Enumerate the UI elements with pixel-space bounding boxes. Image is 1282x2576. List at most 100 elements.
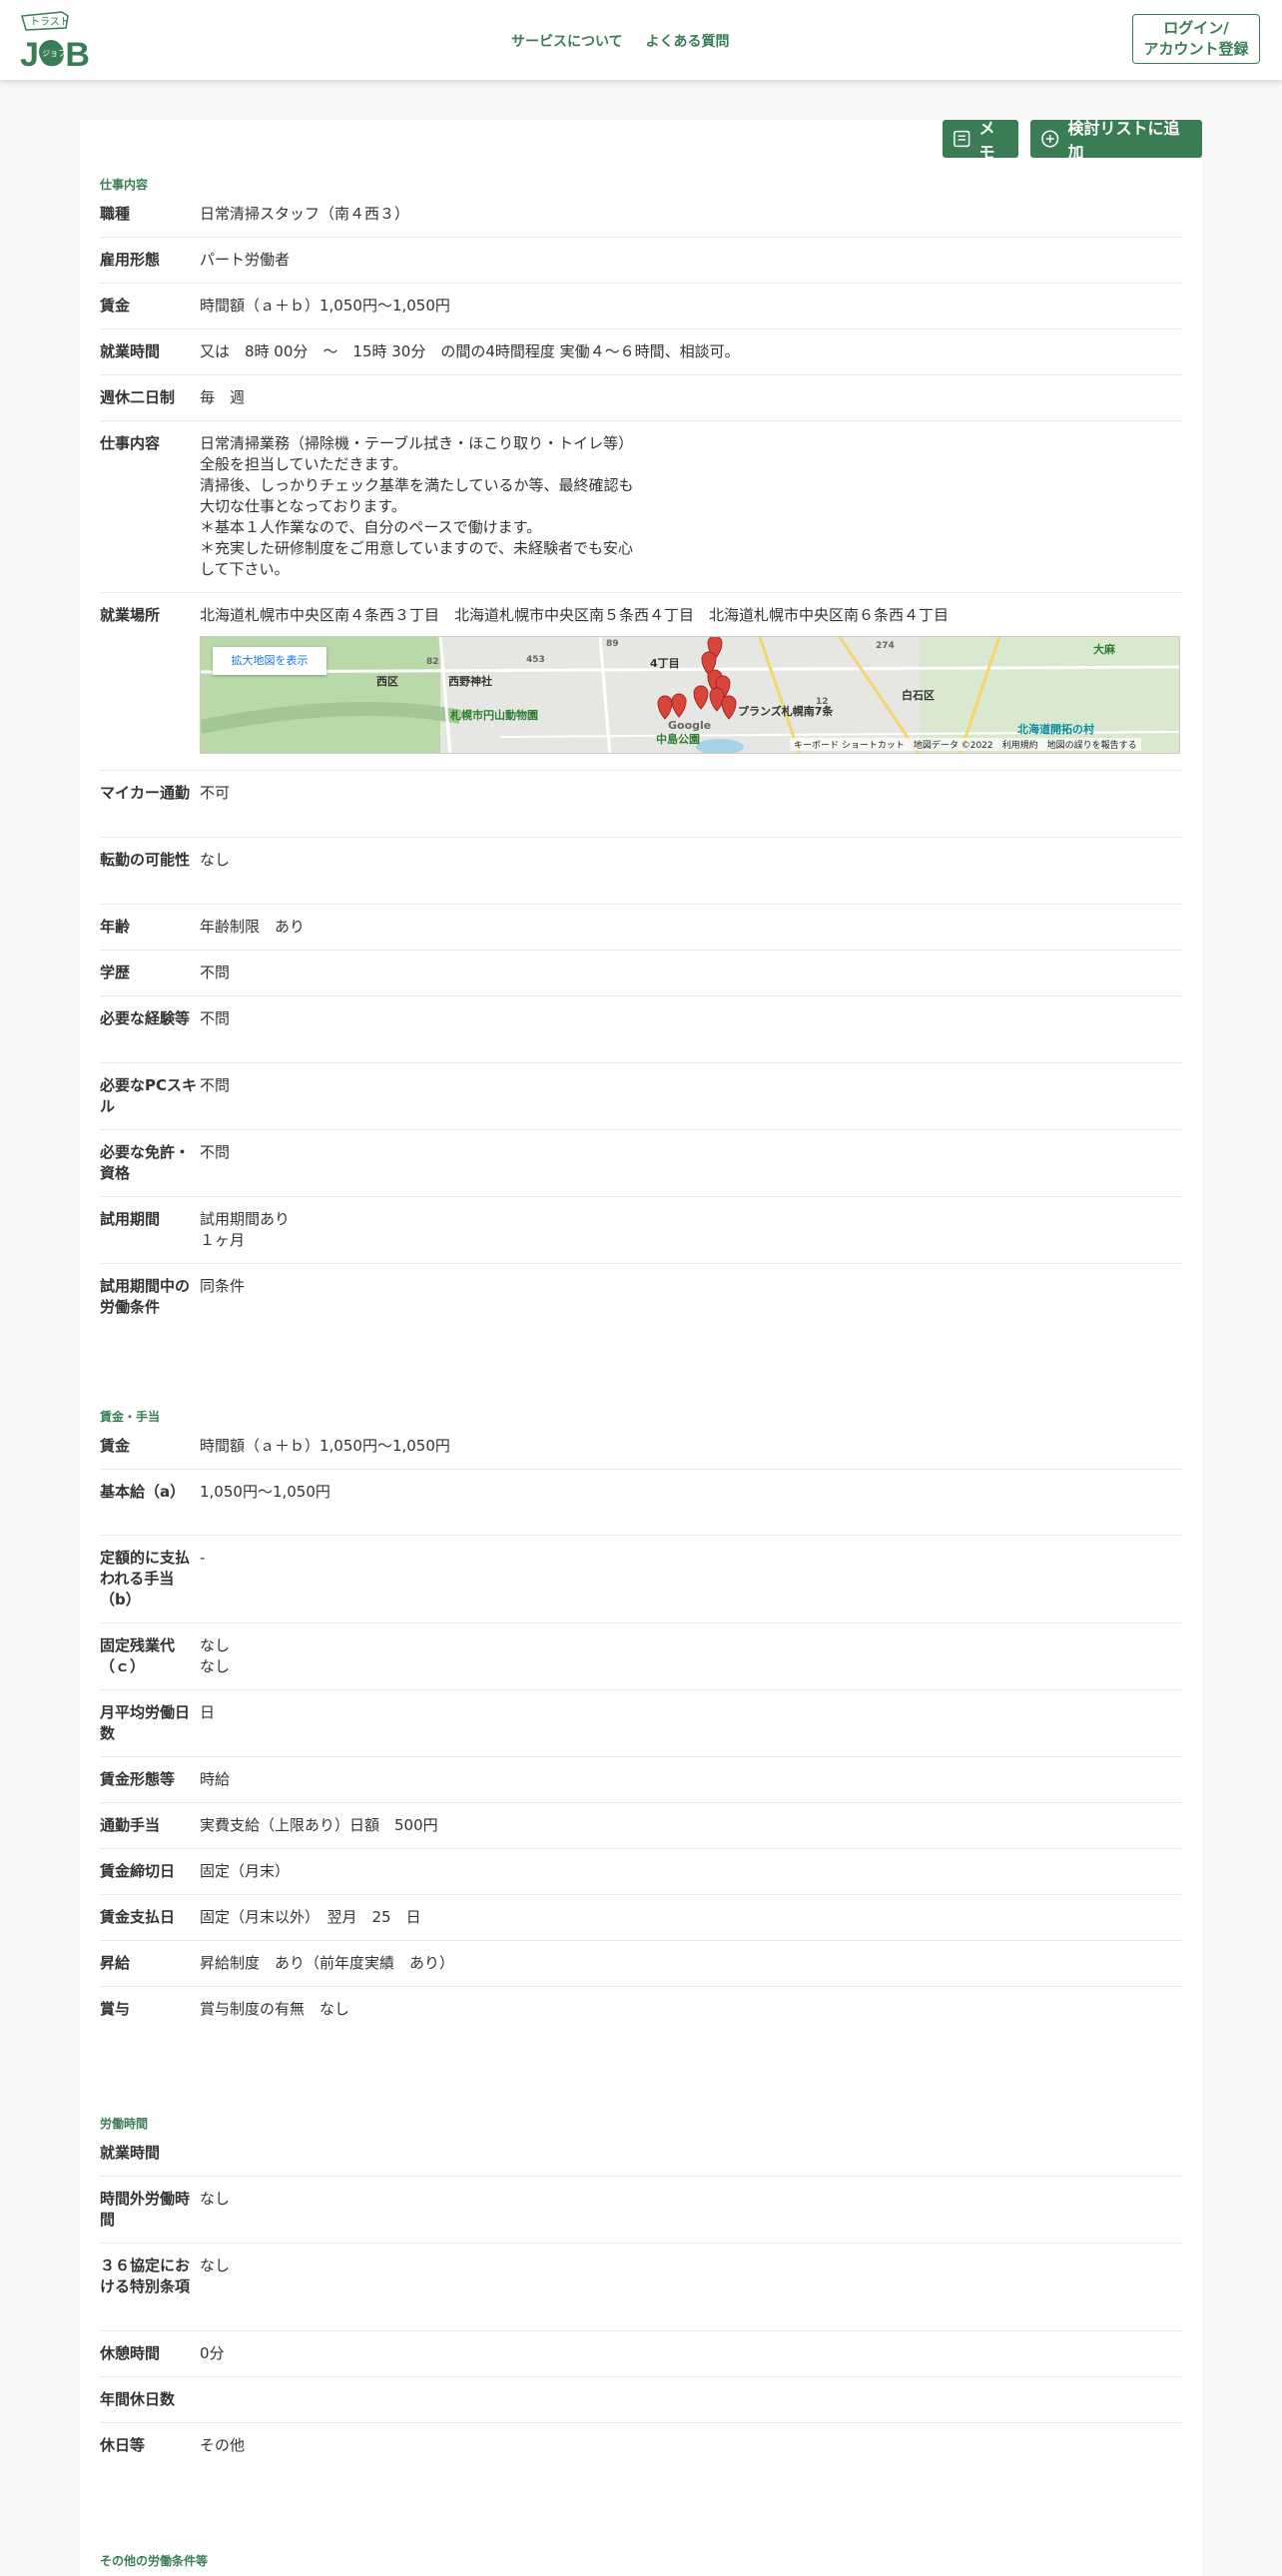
login-label-line2: アカウント登録: [1143, 40, 1249, 58]
row-label: 試用期間: [100, 1210, 161, 1228]
row-label: 賃金: [100, 297, 131, 315]
table-row: 仕事内容 日常清掃業務（掃除機・テーブル拭き・ほこり取り・トイレ等） 全般を担当…: [100, 421, 1182, 593]
nav-link-about[interactable]: サービスについて: [511, 34, 623, 50]
table-row: 試用期間 試用期間あり １ヶ月: [100, 1197, 1182, 1264]
row-value: 不可: [200, 784, 231, 802]
site-header: トラスト JOB ジョブ サービスについて よくある質問 ログイン/ アカウント…: [0, 0, 1282, 80]
login-register-button[interactable]: ログイン/ アカウント登録: [1132, 14, 1260, 64]
section-title-wage: 賃金・手当: [100, 1410, 161, 1424]
row-label: 就業場所: [100, 606, 161, 624]
table-row: 基本給（a） 1,050円～1,050円: [100, 1470, 1182, 1536]
table-row: 職種 日常清掃スタッフ（南４西３）: [100, 192, 1182, 238]
memo-label: メモ: [978, 119, 995, 162]
row-label: 定額的に支払われる手当（b）: [100, 1549, 191, 1609]
row-label: 賞与: [100, 2000, 131, 2018]
header-nav: サービスについて よくある質問: [511, 31, 747, 51]
nav-link-faq[interactable]: よくある質問: [645, 34, 729, 50]
row-label: 時間外労働時間: [100, 2190, 191, 2229]
row-label: 賃金締切日: [100, 1862, 176, 1880]
row-value: 日: [200, 1703, 216, 1721]
section-job-rows: 職種 日常清掃スタッフ（南４西３） 雇用形態 パート労働者 賃金 時間額（ａ＋ｂ…: [100, 192, 1182, 1331]
row-value: なし: [200, 2190, 231, 2208]
table-row-location: 就業場所 北海道札幌市中央区南４条西３丁目 北海道札幌市中央区南５条西４丁目 北…: [100, 593, 1182, 771]
row-label: 賃金: [100, 1437, 131, 1455]
table-row: 年齢 年齢制限 あり: [100, 905, 1182, 951]
row-value: なし: [200, 851, 231, 869]
table-row: 定額的に支払われる手当（b） -: [100, 1536, 1182, 1623]
row-value: 固定（月末）: [200, 1862, 291, 1880]
row-value: なし なし: [200, 1636, 231, 1675]
login-label-line1: ログイン/: [1163, 19, 1229, 37]
table-row: ３６協定における特別条項 なし: [100, 2244, 1182, 2331]
table-row: 昇給 昇給制度 あり（前年度実績 あり）: [100, 1941, 1182, 1987]
location-map[interactable]: 拡大地図を表示 西区 西野神社 札幌市円山動物園 中島公園 4丁目 プランズ札幌…: [200, 636, 1180, 754]
table-row: 休日等 その他: [100, 2423, 1182, 2469]
section-hours-rows: 就業時間 時間外労働時間 なし ３６協定における特別条項 なし 休憩時間 0分 …: [100, 2131, 1182, 2469]
row-label: 年齢: [100, 918, 131, 936]
table-row: 必要な免許・資格 不問: [100, 1130, 1182, 1197]
map-footer: キーボード ショートカット 地図データ ©2022 利用規約 地図の誤りを報告す…: [790, 738, 1141, 751]
plus-circle-icon: [1041, 130, 1059, 148]
row-label: 基本給（a）: [100, 1483, 186, 1501]
row-value: 賞与制度の有無 なし: [200, 2000, 350, 2018]
row-label: 必要な免許・資格: [100, 1143, 191, 1182]
row-value: 時間額（ａ＋ｂ）1,050円～1,050円: [200, 1437, 450, 1455]
memo-button[interactable]: メモ: [943, 119, 1018, 162]
row-label: 雇用形態: [100, 251, 161, 269]
row-label: 休日等: [100, 2436, 146, 2454]
add-to-list-button[interactable]: 検討リストに追加: [1030, 119, 1202, 162]
row-value: 又は 8時 00分 ～ 15時 30分 の間の4時間程度 実働４～６時間、相談可…: [200, 342, 740, 360]
section-title-other: その他の労働条件等: [100, 2554, 209, 2568]
row-value: 不問: [200, 1143, 231, 1161]
table-row: 賃金 時間額（ａ＋ｂ）1,050円～1,050円: [100, 284, 1182, 329]
row-label: 休憩時間: [100, 2344, 161, 2362]
row-value: 1,050円～1,050円: [200, 1483, 330, 1501]
map-pin-icon-group: [657, 637, 737, 720]
table-row: マイカー通勤 不可: [100, 771, 1182, 838]
row-value: 試用期間あり １ヶ月: [200, 1210, 291, 1249]
row-label: 就業時間: [100, 342, 161, 360]
row-value: 年齢制限 あり: [200, 918, 306, 936]
job-detail-card: メモ 検討リストに追加 仕事内容 職種 日常清掃スタッフ（南４西３） 雇用形態 …: [80, 119, 1202, 2576]
table-row: 学歴 不問: [100, 951, 1182, 996]
row-value: 日常清掃業務（掃除機・テーブル拭き・ほこり取り・トイレ等） 全般を担当していただ…: [200, 434, 634, 578]
row-label: 賃金形態等: [100, 1770, 176, 1788]
row-value: 0分: [200, 2344, 225, 2362]
row-label: 賃金支払日: [100, 1908, 176, 1926]
section-title-hours: 労働時間: [100, 2117, 149, 2131]
table-row: 固定残業代（ｃ） なし なし: [100, 1623, 1182, 1690]
section-wage-rows: 賃金 時間額（ａ＋ｂ）1,050円～1,050円 基本給（a） 1,050円～1…: [100, 1424, 1182, 2033]
table-row: 賃金形態等 時給: [100, 1757, 1182, 1803]
table-row: 賃金 時間額（ａ＋ｂ）1,050円～1,050円: [100, 1424, 1182, 1470]
table-row: 月平均労働日数 日: [100, 1690, 1182, 1757]
logo-sub-text: ジョブ: [42, 48, 66, 58]
table-row: 通勤手当 実費支給（上限あり）日額 500円: [100, 1803, 1182, 1849]
row-value: 時間額（ａ＋ｂ）1,050円～1,050円: [200, 297, 450, 315]
table-row: 賞与 賞与制度の有無 なし: [100, 1987, 1182, 2033]
row-value: [200, 2389, 1182, 2422]
row-label: 必要なPCスキル: [100, 1076, 198, 1115]
row-label: 職種: [100, 205, 131, 223]
table-row: 必要な経験等 不問: [100, 996, 1182, 1063]
logo-top-text: トラスト: [30, 16, 70, 28]
table-row: 雇用形態 パート労働者: [100, 238, 1182, 284]
row-value: パート労働者: [200, 251, 291, 269]
site-logo[interactable]: トラスト JOB ジョブ: [18, 8, 90, 74]
table-row: 時間外労働時間 なし: [100, 2177, 1182, 2244]
row-value: 不問: [200, 964, 231, 981]
row-value: なし: [200, 2256, 231, 2274]
table-row: 転勤の可能性 なし: [100, 838, 1182, 905]
row-value: 不問: [200, 1076, 231, 1094]
row-value: 固定（月末以外） 翌月 25 日: [200, 1908, 421, 1926]
table-row: 必要なPCスキル 不問: [100, 1063, 1182, 1130]
add-list-label: 検討リストに追加: [1067, 119, 1180, 162]
row-value: 不問: [200, 1009, 231, 1027]
row-label: マイカー通勤: [100, 784, 191, 802]
row-label: 学歴: [100, 964, 131, 981]
row-label: 必要な経験等: [100, 1009, 191, 1027]
row-label: 通勤手当: [100, 1816, 161, 1834]
row-label: 就業時間: [100, 2144, 161, 2162]
row-label: 固定残業代（ｃ）: [100, 1636, 176, 1675]
table-row: 試用期間中の労働条件 同条件: [100, 1264, 1182, 1331]
row-value: 時給: [200, 1770, 231, 1788]
